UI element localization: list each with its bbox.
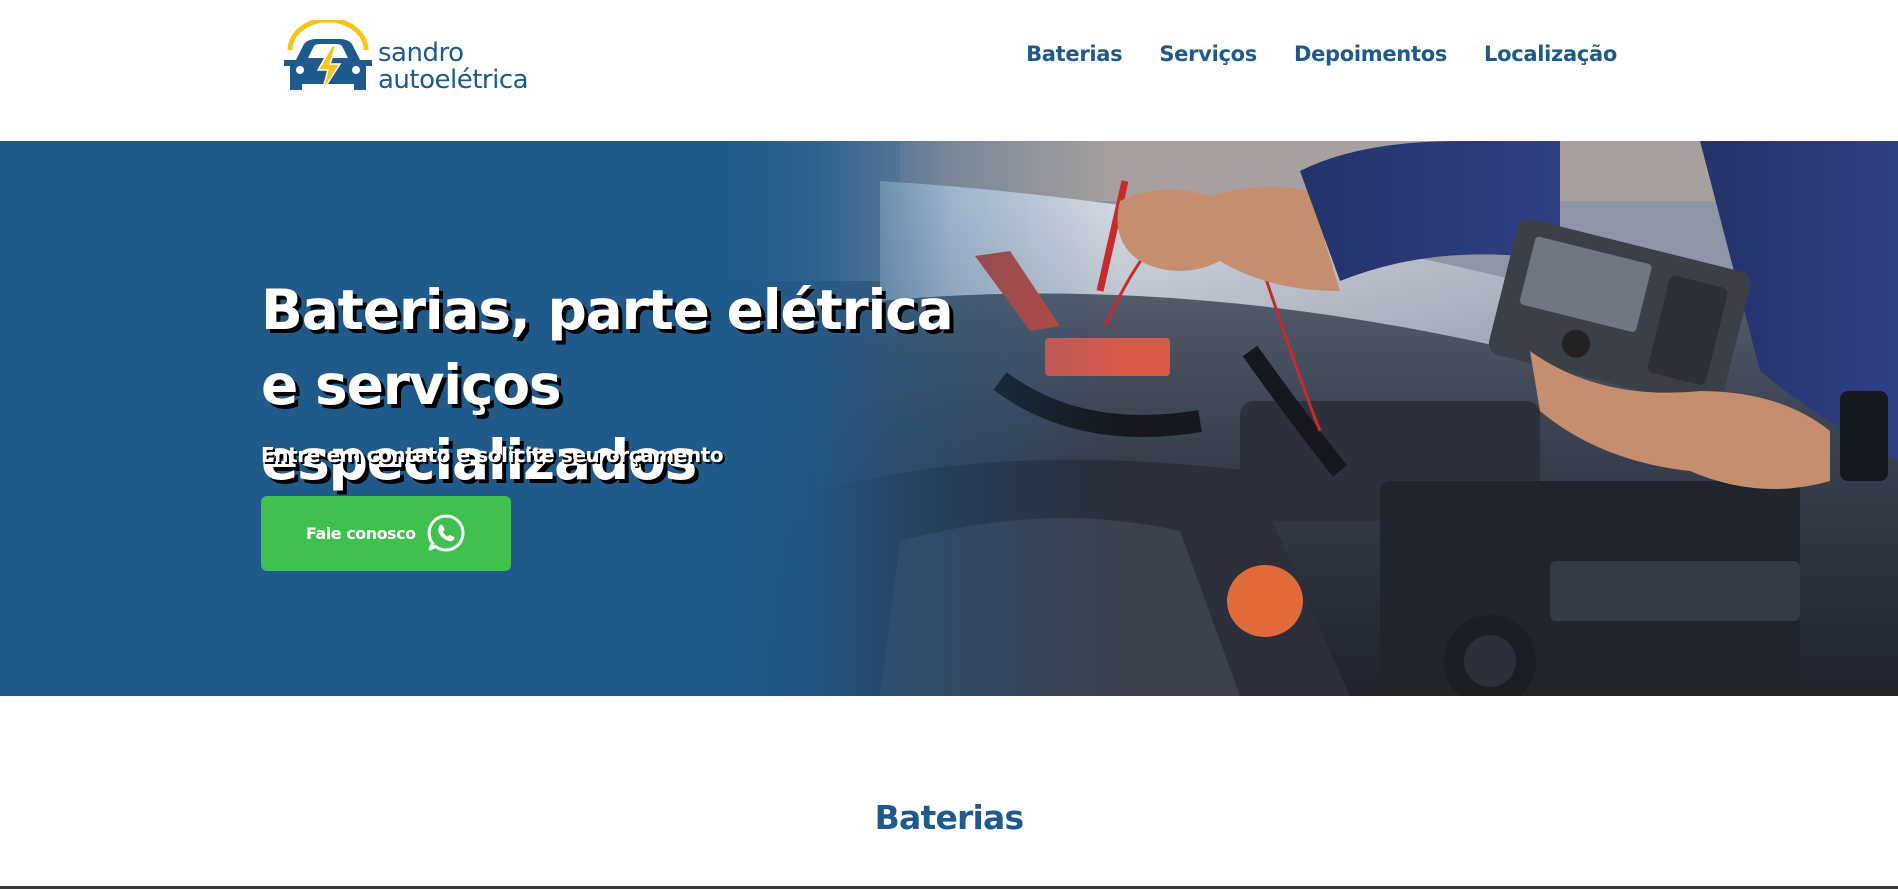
car-lightning-logo-icon	[284, 20, 372, 93]
contact-button-label: Fale conosco	[306, 524, 416, 543]
nav-link-baterias[interactable]: Baterias	[1026, 42, 1123, 66]
site-header: sandro autoelétrica Baterias Serviços De…	[0, 0, 1898, 141]
nav-link-localizacao[interactable]: Localização	[1484, 42, 1617, 66]
whatsapp-icon	[427, 514, 465, 552]
nav-link-servicos[interactable]: Serviços	[1159, 42, 1257, 66]
section-title-baterias: Baterias	[874, 798, 1024, 837]
brand-name-line1: sandro	[378, 38, 464, 68]
hero-banner: Baterias, parte elétrica e serviços espe…	[0, 141, 1898, 696]
main-nav: Baterias Serviços Depoimentos Localizaçã…	[1026, 42, 1617, 66]
brand-name: sandro autoelétrica	[378, 38, 529, 95]
brand-logo[interactable]: sandro autoelétrica	[278, 20, 538, 98]
nav-link-depoimentos[interactable]: Depoimentos	[1294, 42, 1447, 66]
contact-whatsapp-button[interactable]: Fale conosco	[261, 496, 511, 571]
hero-subtitle: Entre em contato e solicite seu orçament…	[261, 443, 724, 467]
brand-name-line2: autoelétrica	[378, 65, 529, 95]
